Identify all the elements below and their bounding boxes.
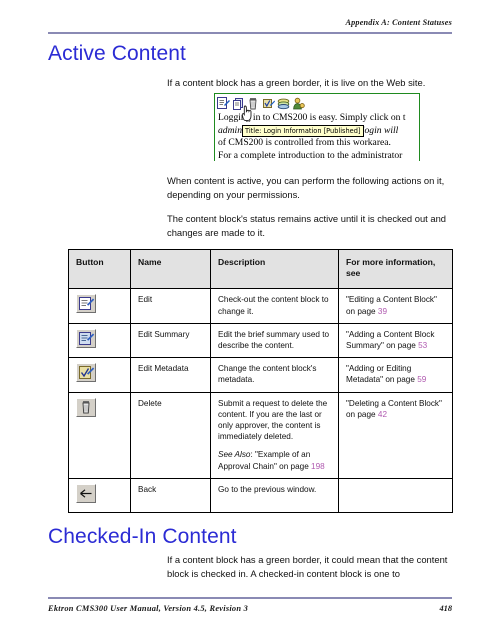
button-cell-back [68, 477, 131, 514]
paragraph-checked-in-body: If a content block has a green border, i… [167, 554, 448, 579]
see-also-note: See Also: "Example of an Approval Chain"… [218, 449, 332, 471]
paragraph-status-remains: The content block's status remains activ… [167, 213, 447, 238]
cms-toolbar [217, 96, 305, 110]
footer-page-number: 418 [439, 604, 452, 613]
button-reference-table: Button Name Description For more informa… [68, 248, 453, 514]
row-name-edit: Edit [130, 288, 211, 324]
header-rule [48, 32, 452, 34]
see-also-label: See Also [218, 450, 251, 460]
page-link[interactable]: 42 [378, 410, 387, 419]
row-description-edit-metadata: Change the content block's metadata. [210, 357, 339, 393]
reference-text: "Adding or Editing Metadata" on page [346, 364, 415, 385]
table-header-row: Button Name Description For more informa… [68, 248, 453, 290]
row-description-delete: Submit a request to delete the content. … [210, 391, 339, 479]
row-name-edit-summary: Edit Summary [130, 322, 211, 359]
button-cell-edit [68, 288, 131, 324]
table-row: Back Go to the previous window. [68, 477, 453, 514]
edit-metadata-icon[interactable] [262, 97, 275, 110]
back-icon[interactable] [76, 483, 96, 503]
row-name-back: Back [130, 477, 211, 514]
row-reference-edit-summary: "Adding a Content Block Summary" on page… [338, 322, 453, 359]
screenshot-line-3: of CMS200 is controlled from this workar… [218, 137, 391, 149]
permissions-icon[interactable] [292, 97, 305, 110]
row-description-back: Go to the previous window. [210, 477, 339, 514]
row-reference-back [338, 477, 453, 514]
table-row: Edit Summary Edit the brief summary used… [68, 322, 453, 359]
row-description-edit-summary: Edit the brief summary used to describe … [210, 322, 339, 359]
page-link[interactable]: 59 [417, 375, 426, 384]
row-name-delete: Delete [130, 391, 211, 479]
row-reference-edit: "Editing a Content Block" on page 39 [338, 288, 453, 324]
collection-icon[interactable] [277, 97, 290, 110]
page-link[interactable]: 53 [418, 341, 427, 350]
mouse-cursor-icon [241, 105, 254, 127]
table-row: Edit Metadata Change the content block's… [68, 357, 453, 393]
row-description-edit: Check-out the content block to change it… [210, 288, 339, 324]
screenshot-line-4: For a complete introduction to the admin… [218, 149, 403, 161]
page-link[interactable]: 39 [378, 307, 387, 316]
page-link[interactable]: 198 [311, 462, 325, 471]
table-row: Delete Submit a request to delete the co… [68, 391, 453, 479]
column-header-name: Name [130, 248, 211, 290]
paragraph-active-intro: If a content block has a green border, i… [167, 77, 426, 88]
button-cell-delete [68, 391, 131, 479]
embedded-screenshot-active-content-block: Logging in to CMS200 is easy. Simply cli… [214, 93, 420, 161]
tooltip-content-status: Title: Login Information [Published] [242, 125, 364, 137]
edit-metadata-icon[interactable] [76, 363, 96, 383]
row-reference-edit-metadata: "Adding or Editing Metadata" on page 59 [338, 357, 453, 393]
page-title-active-content: Active Content [48, 42, 186, 65]
edit-icon[interactable] [217, 96, 230, 110]
row-name-edit-metadata: Edit Metadata [130, 357, 211, 393]
button-cell-edit-summary [68, 322, 131, 359]
edit-icon[interactable] [76, 294, 96, 314]
paragraph-when-active: When content is active, you can perform … [167, 175, 445, 200]
column-header-description: Description [210, 248, 339, 290]
footer-rule [48, 597, 452, 599]
reference-text: "Editing a Content Block" on page [346, 295, 437, 316]
document-page: Appendix A: Content Statuses Active Cont… [0, 0, 500, 635]
edit-summary-icon[interactable] [76, 328, 96, 348]
description-text: Submit a request to delete the content. … [218, 398, 328, 442]
page-title-checked-in-content: Checked-In Content [48, 525, 237, 548]
column-header-button: Button [68, 248, 131, 290]
reference-text: "Deleting a Content Block" on page [346, 398, 442, 419]
column-header-reference: For more information, see [338, 248, 453, 290]
table-row: Edit Check-out the content block to chan… [68, 288, 453, 324]
button-cell-edit-metadata [68, 357, 131, 393]
delete-icon[interactable] [76, 397, 96, 417]
row-reference-delete: "Deleting a Content Block" on page 42 [338, 391, 453, 479]
running-head: Appendix A: Content Statuses [345, 18, 452, 27]
